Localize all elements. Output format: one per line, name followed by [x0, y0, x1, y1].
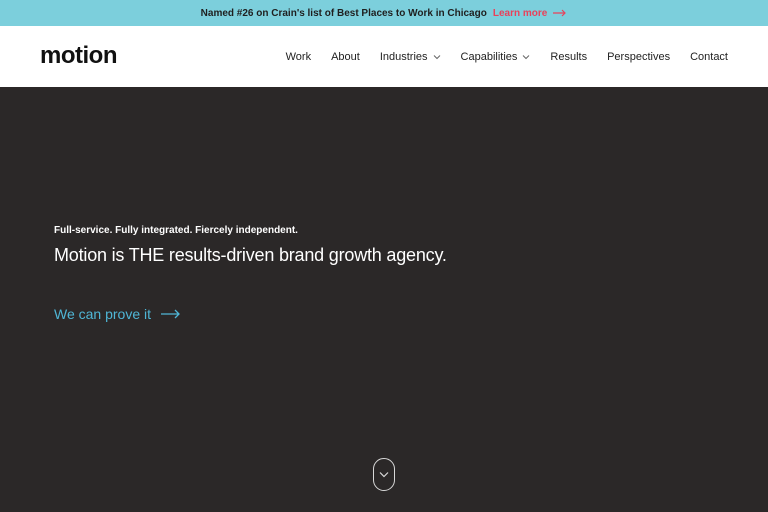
hero-headline: Motion is THE results-driven brand growt…	[54, 245, 447, 265]
prove-it-link[interactable]: We can prove it	[54, 306, 181, 322]
main-nav: Work About Industries Capabilities Resul…	[266, 26, 728, 87]
announcement-text: Named #26 on Crain's list of Best Places…	[200, 7, 487, 19]
hero-tagline: Full-service. Fully integrated. Fiercely…	[54, 225, 298, 236]
nav-item-label: Contact	[690, 50, 728, 63]
nav-item-label: Results	[550, 50, 588, 63]
announcement-bar: Named #26 on Crain's list of Best Places…	[0, 0, 768, 26]
cta-label: We can prove it	[54, 306, 152, 322]
site-header: motion Work About Industries Capabilitie…	[0, 26, 768, 87]
nav-item-label: Perspectives	[607, 50, 671, 63]
chevron-down-icon	[523, 54, 530, 59]
nav-item-industries[interactable]: Industries	[380, 51, 441, 63]
scroll-down-button[interactable]	[373, 458, 395, 491]
learn-more-link[interactable]: Learn more	[493, 8, 567, 19]
hero-section: Full-service. Fully integrated. Fiercely…	[0, 87, 768, 512]
logo[interactable]: motion	[40, 42, 117, 70]
nav-item-label: Work	[285, 50, 312, 63]
nav-item-label: About	[331, 50, 360, 63]
nav-item-about[interactable]: About	[331, 51, 360, 63]
chevron-down-icon	[433, 54, 440, 59]
chevron-down-icon	[379, 472, 389, 478]
nav-item-work[interactable]: Work	[286, 51, 311, 63]
nav-item-contact[interactable]: Contact	[690, 51, 728, 63]
learn-more-label: Learn more	[492, 7, 548, 19]
nav-item-capabilities[interactable]: Capabilities	[461, 51, 531, 63]
arrow-right-icon	[161, 309, 180, 319]
arrow-right-icon	[553, 9, 567, 17]
nav-item-label: Capabilities	[460, 50, 518, 63]
nav-item-perspectives[interactable]: Perspectives	[607, 51, 670, 63]
nav-item-results[interactable]: Results	[550, 51, 587, 63]
nav-item-label: Industries	[379, 50, 428, 63]
